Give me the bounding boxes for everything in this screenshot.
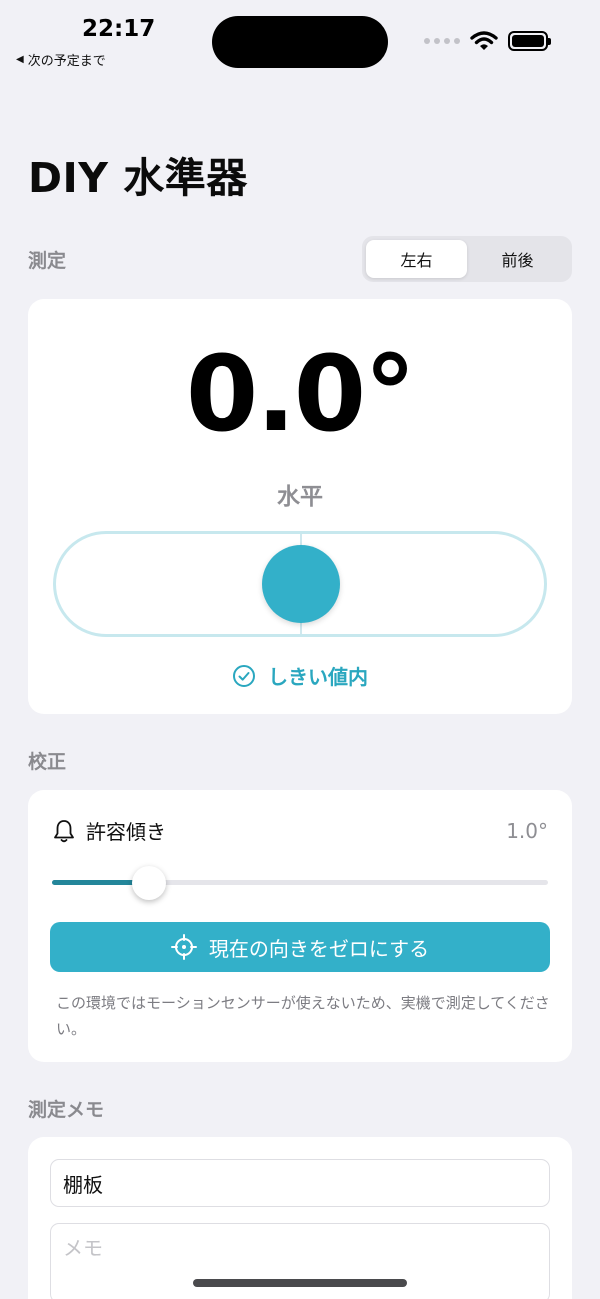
measurement-section-label: 測定: [28, 250, 67, 272]
memo-name-input[interactable]: 棚板: [50, 1159, 550, 1207]
home-indicator[interactable]: [193, 1279, 407, 1287]
segment-front-back[interactable]: 前後: [467, 240, 568, 278]
page-title: DIY 水準器: [28, 154, 248, 202]
threshold-label: しきい値内: [268, 665, 368, 689]
slider-thumb[interactable]: [131, 866, 166, 900]
set-zero-label: 現在の向きをゼロにする: [208, 936, 430, 961]
tolerance-value: 1.0°: [506, 818, 548, 843]
dynamic-island: [212, 16, 388, 68]
back-to-app-link[interactable]: ◀ 次の予定まで: [16, 50, 106, 69]
check-circle-icon: [233, 664, 255, 687]
crosshair-icon: [170, 934, 197, 960]
wifi-icon: [470, 31, 498, 50]
measurement-card: 0.0° 水平 しきい値内: [28, 299, 572, 714]
set-zero-button[interactable]: 現在の向きをゼロにする: [50, 922, 550, 972]
memo-card: 棚板 メモ: [28, 1137, 572, 1299]
level-bubble: [262, 545, 340, 623]
status-icons: [424, 30, 551, 52]
tolerance-slider[interactable]: [52, 866, 548, 900]
sensor-unavailable-note: この環境ではモーションセンサーが使えないため、実機で測定してください。: [56, 994, 550, 1038]
status-time: 22:17: [82, 16, 156, 42]
tolerance-row: 許容傾き 1.0°: [52, 816, 548, 845]
bell-icon: [54, 819, 74, 842]
back-app-label: 次の予定まで: [27, 54, 106, 69]
calibration-section-label: 校正: [28, 751, 67, 773]
level-state-label: 水平: [277, 484, 323, 510]
angle-readout: 0.0°: [185, 333, 416, 455]
calibration-card: 許容傾き 1.0° 現在の向きをゼロにする この環境ではモーションセンサーが使え…: [28, 790, 572, 1062]
screen: 22:17 ◀ 次の予定まで DIY 水準器 測定 左右 前後 0.0° 水平: [0, 0, 600, 1299]
battery-icon: [508, 31, 551, 51]
threshold-status: しきい値内: [28, 661, 572, 690]
triangle-left-icon: ◀: [16, 54, 24, 65]
tolerance-label-group: 許容傾き: [52, 816, 166, 845]
axis-segmented-control: 左右 前後: [362, 236, 572, 282]
tolerance-label: 許容傾き: [86, 820, 166, 844]
signal-dots-icon: [424, 38, 460, 44]
segment-left-right[interactable]: 左右: [366, 240, 467, 278]
memo-section-label: 測定メモ: [28, 1099, 105, 1121]
battery-level: [512, 35, 544, 47]
memo-body-input[interactable]: メモ: [50, 1223, 550, 1299]
bubble-vial: [53, 531, 547, 637]
